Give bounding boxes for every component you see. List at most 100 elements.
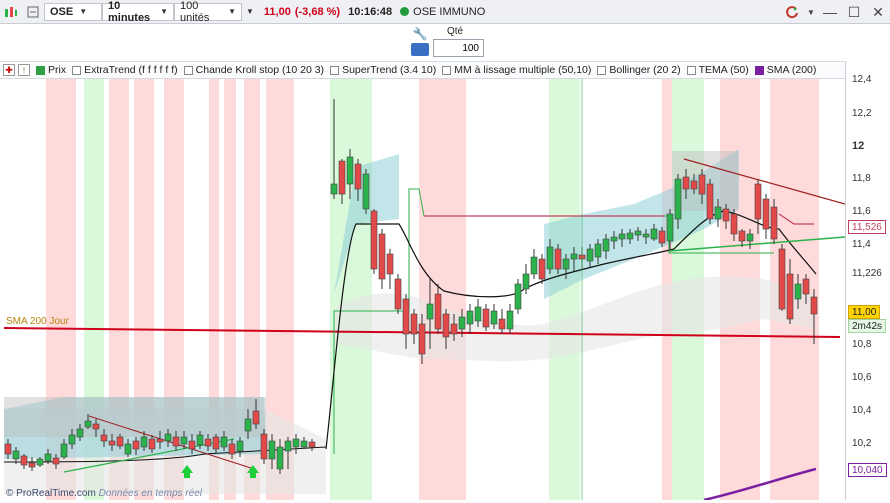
qty-label: Qté bbox=[447, 26, 464, 37]
order-bar: 🔧 Qté bbox=[0, 24, 890, 61]
axis-tick-label: 10,6 bbox=[852, 372, 872, 383]
candle-body bbox=[60, 443, 68, 458]
chart-app-icon[interactable] bbox=[0, 1, 22, 23]
close-icon[interactable]: ✕ bbox=[866, 0, 890, 24]
candle-body bbox=[626, 232, 634, 240]
ticker-selector[interactable]: OSE ▼ bbox=[44, 2, 102, 21]
candle-body bbox=[458, 316, 466, 330]
indicator-item[interactable]: Prix bbox=[33, 64, 69, 76]
candle-body bbox=[300, 440, 308, 448]
link-icon[interactable] bbox=[22, 3, 44, 21]
candle-body bbox=[402, 298, 410, 335]
wrench-icon[interactable]: 🔧 bbox=[412, 27, 428, 41]
candle-body bbox=[666, 213, 674, 242]
indicator-label: TEMA (50) bbox=[698, 64, 749, 76]
settings-caret[interactable]: ▼ bbox=[242, 3, 258, 21]
candle-body bbox=[546, 246, 554, 270]
candle-body bbox=[20, 455, 28, 466]
indicator-checkbox[interactable] bbox=[597, 65, 607, 75]
footer-brand: © ProRealTime.com bbox=[6, 488, 96, 499]
candle-body bbox=[410, 313, 418, 335]
candle-body bbox=[730, 213, 738, 235]
price-chart[interactable] bbox=[3, 79, 846, 502]
candle-body bbox=[570, 253, 578, 260]
candle-body bbox=[562, 258, 570, 270]
footer-note: Données en temps réel bbox=[98, 488, 202, 499]
indicator-label: ExtraTrend (f f f f f f) bbox=[84, 64, 178, 76]
candle-body bbox=[434, 293, 442, 330]
indicator-checkbox[interactable] bbox=[330, 65, 340, 75]
indicator-checkbox[interactable] bbox=[686, 65, 696, 75]
candle-body bbox=[770, 206, 778, 240]
indicator-checkbox[interactable] bbox=[754, 65, 764, 75]
candle-body bbox=[362, 173, 370, 210]
interval-selector[interactable]: 10 minutes ▼ bbox=[102, 0, 174, 24]
axis-tick-label: 11,6 bbox=[852, 206, 871, 217]
indicator-item[interactable]: ExtraTrend (f f f f f f) bbox=[69, 64, 181, 76]
candle-body bbox=[156, 438, 164, 443]
candle-body bbox=[722, 208, 730, 222]
candle-body bbox=[778, 248, 786, 310]
indicator-label: SMA (200) bbox=[766, 64, 817, 76]
candle-body bbox=[28, 462, 36, 468]
indicator-item[interactable]: SuperTrend (3.4 10) bbox=[327, 64, 439, 76]
maximize-icon[interactable]: ☐ bbox=[842, 0, 866, 24]
price-axis[interactable]: 12,4 12,2 12 11,8 11,6 11,4 11,226 10,8 10,6 10,4… bbox=[845, 61, 890, 500]
candle-body bbox=[682, 176, 690, 190]
interval-label: 10 minutes bbox=[108, 0, 151, 24]
indicator-checkbox[interactable] bbox=[442, 65, 452, 75]
candle-body bbox=[450, 323, 458, 335]
indicator-item[interactable]: Bollinger (20 2) bbox=[594, 64, 683, 76]
indicator-label: SuperTrend (3.4 10) bbox=[342, 64, 437, 76]
signal-band bbox=[330, 79, 372, 500]
candle-body bbox=[44, 453, 52, 462]
market-open-icon bbox=[400, 7, 410, 16]
candle-body bbox=[268, 440, 276, 460]
add-indicator-icon[interactable]: ✚ bbox=[3, 64, 15, 76]
candle-body bbox=[92, 423, 100, 430]
candle-body bbox=[506, 310, 514, 330]
indicator-item[interactable]: SMA (200) bbox=[752, 64, 820, 76]
candle-body bbox=[426, 303, 434, 320]
arrow-up-icon[interactable]: ↑ bbox=[18, 64, 30, 76]
candle-body bbox=[794, 283, 802, 300]
candle-body bbox=[482, 308, 490, 328]
candle-body bbox=[802, 278, 810, 295]
candle-body bbox=[124, 443, 132, 455]
footer: © ProRealTime.com Données en temps réel bbox=[6, 488, 202, 499]
candle-body bbox=[698, 174, 706, 195]
candle-body bbox=[148, 438, 156, 450]
units-selector[interactable]: 100 unités ▼ bbox=[174, 0, 242, 24]
candle-body bbox=[530, 256, 538, 275]
indicator-item[interactable]: Chande Kroll stop (10 20 3) bbox=[181, 64, 327, 76]
chart-canvas[interactable] bbox=[3, 79, 846, 502]
candle-body bbox=[370, 210, 378, 270]
candle-body bbox=[386, 253, 394, 275]
axis-tick-label: 10,4 bbox=[852, 405, 872, 416]
candle-body bbox=[690, 180, 698, 190]
minimize-icon[interactable]: — bbox=[818, 0, 842, 24]
candle-body bbox=[354, 163, 362, 190]
candle-body bbox=[284, 440, 292, 452]
ticker-label: OSE bbox=[50, 5, 74, 18]
candle-body bbox=[610, 236, 618, 242]
keyboard-icon[interactable] bbox=[411, 43, 429, 56]
chevron-down-icon: ▼ bbox=[79, 7, 88, 16]
indicator-label: Bollinger (20 2) bbox=[609, 64, 681, 76]
indicator-checkbox[interactable] bbox=[36, 65, 45, 75]
instrument-name: OSE IMMUNO bbox=[413, 5, 486, 18]
candle-body bbox=[490, 310, 498, 325]
indicator-item[interactable]: MM à lissage multiple (50,10) bbox=[439, 64, 594, 76]
candle-body bbox=[786, 273, 794, 320]
refresh-icon[interactable] bbox=[780, 0, 804, 24]
indicator-checkbox[interactable] bbox=[72, 65, 82, 75]
candle-body bbox=[84, 420, 92, 428]
indicator-item[interactable]: TEMA (50) bbox=[684, 64, 752, 76]
price-tag: 11,00 bbox=[848, 305, 881, 319]
candle-body bbox=[292, 438, 300, 448]
candle-body bbox=[714, 206, 722, 220]
dropdown-icon[interactable]: ▼ bbox=[804, 0, 818, 24]
axis-tick-label: 10,8 bbox=[852, 339, 872, 350]
indicator-checkbox[interactable] bbox=[183, 65, 193, 75]
qty-input[interactable] bbox=[433, 39, 484, 57]
